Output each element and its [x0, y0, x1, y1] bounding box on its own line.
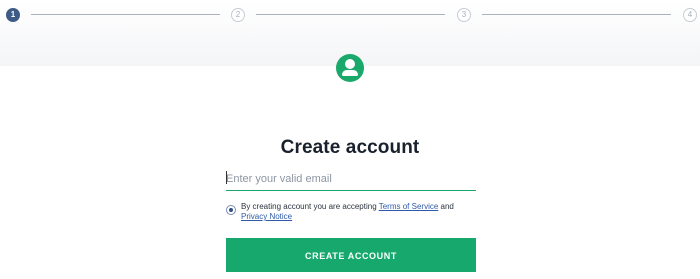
text-caret — [226, 171, 227, 184]
consent-radio[interactable] — [226, 205, 236, 215]
step-4: 4 — [683, 8, 697, 22]
create-account-button[interactable]: CREATE ACCOUNT — [226, 238, 476, 272]
user-circle-icon — [336, 54, 364, 82]
consent-prefix: By creating account you are accepting — [241, 202, 379, 211]
step-1: 1 — [6, 8, 20, 22]
step-connector — [482, 14, 671, 15]
step-connector — [31, 14, 220, 15]
consent-text: By creating account you are accepting Te… — [241, 202, 481, 222]
progress-stepper: 1 2 3 4 — [0, 0, 700, 34]
consent-and: and — [438, 202, 454, 211]
step-2: 2 — [231, 8, 245, 22]
privacy-link[interactable]: Privacy Notice — [241, 212, 292, 221]
email-field[interactable] — [226, 168, 476, 191]
terms-link[interactable]: Terms of Service — [379, 202, 439, 211]
user-shoulders-shape — [342, 70, 358, 76]
page-title: Create account — [280, 137, 420, 158]
consent-radio-dot — [229, 208, 233, 212]
step-connector — [256, 14, 445, 15]
user-head-shape — [345, 59, 355, 69]
step-3: 3 — [457, 8, 471, 22]
